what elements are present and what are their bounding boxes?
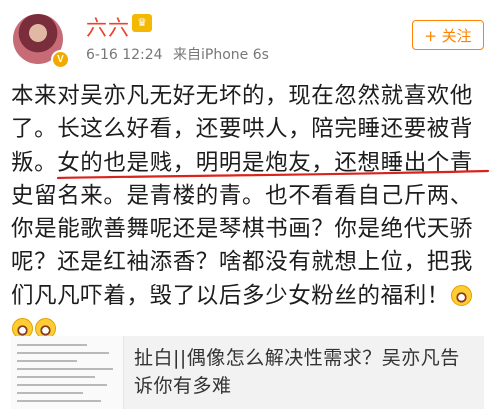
verified-badge-icon: V	[51, 50, 70, 69]
username[interactable]: 六六	[86, 12, 130, 42]
post-header: V 六六 ♛ 6-16 12:24 来自iPhone 6s + 关注	[0, 0, 494, 78]
post-line: 了。长这么好看，还要哄人，陪完睡还要被背	[11, 116, 474, 143]
post-line: 呢？还是红袖添香？啥都没有就想上位，把我	[11, 249, 474, 276]
article-thumbnail	[11, 336, 124, 409]
laughing-tears-icon	[450, 284, 472, 306]
post-line: 本来对吴亦凡无好无坏的，现在忽然就喜欢他	[11, 83, 474, 109]
post-line: 史留名来。是青楼的青。也不看看自己斤两、	[11, 182, 474, 209]
post-meta: 6-16 12:24 来自iPhone 6s	[86, 44, 275, 64]
post-line-last: 们凡凡吓着，毁了以后多少女粉丝的福利！	[11, 280, 485, 313]
post-timestamp: 6-16 12:24	[86, 47, 163, 63]
post-text: 本来对吴亦凡无好无坏的，现在忽然就喜欢他 了。长这么好看，还要哄人，陪完睡还要被…	[11, 80, 485, 346]
quoted-article-card[interactable]: 扯白||偶像怎么解决性需求？吴亦凡告诉你有多难	[11, 336, 484, 409]
vip-crown-icon: ♛	[132, 14, 152, 32]
follow-button[interactable]: + 关注	[412, 20, 484, 50]
post-line: 你是能歌善舞呢还是琴棋书画？你是绝代天骄	[11, 216, 474, 243]
post-line: 们凡凡吓着，毁了以后多少女粉丝的福利！	[11, 282, 450, 309]
post-line: 叛。女的也是贱，明明是炮友，还想睡出个青	[11, 149, 474, 176]
post-source: 来自iPhone 6s	[173, 47, 269, 63]
quoted-article-title[interactable]: 扯白||偶像怎么解决性需求？吴亦凡告诉你有多难	[134, 344, 479, 400]
